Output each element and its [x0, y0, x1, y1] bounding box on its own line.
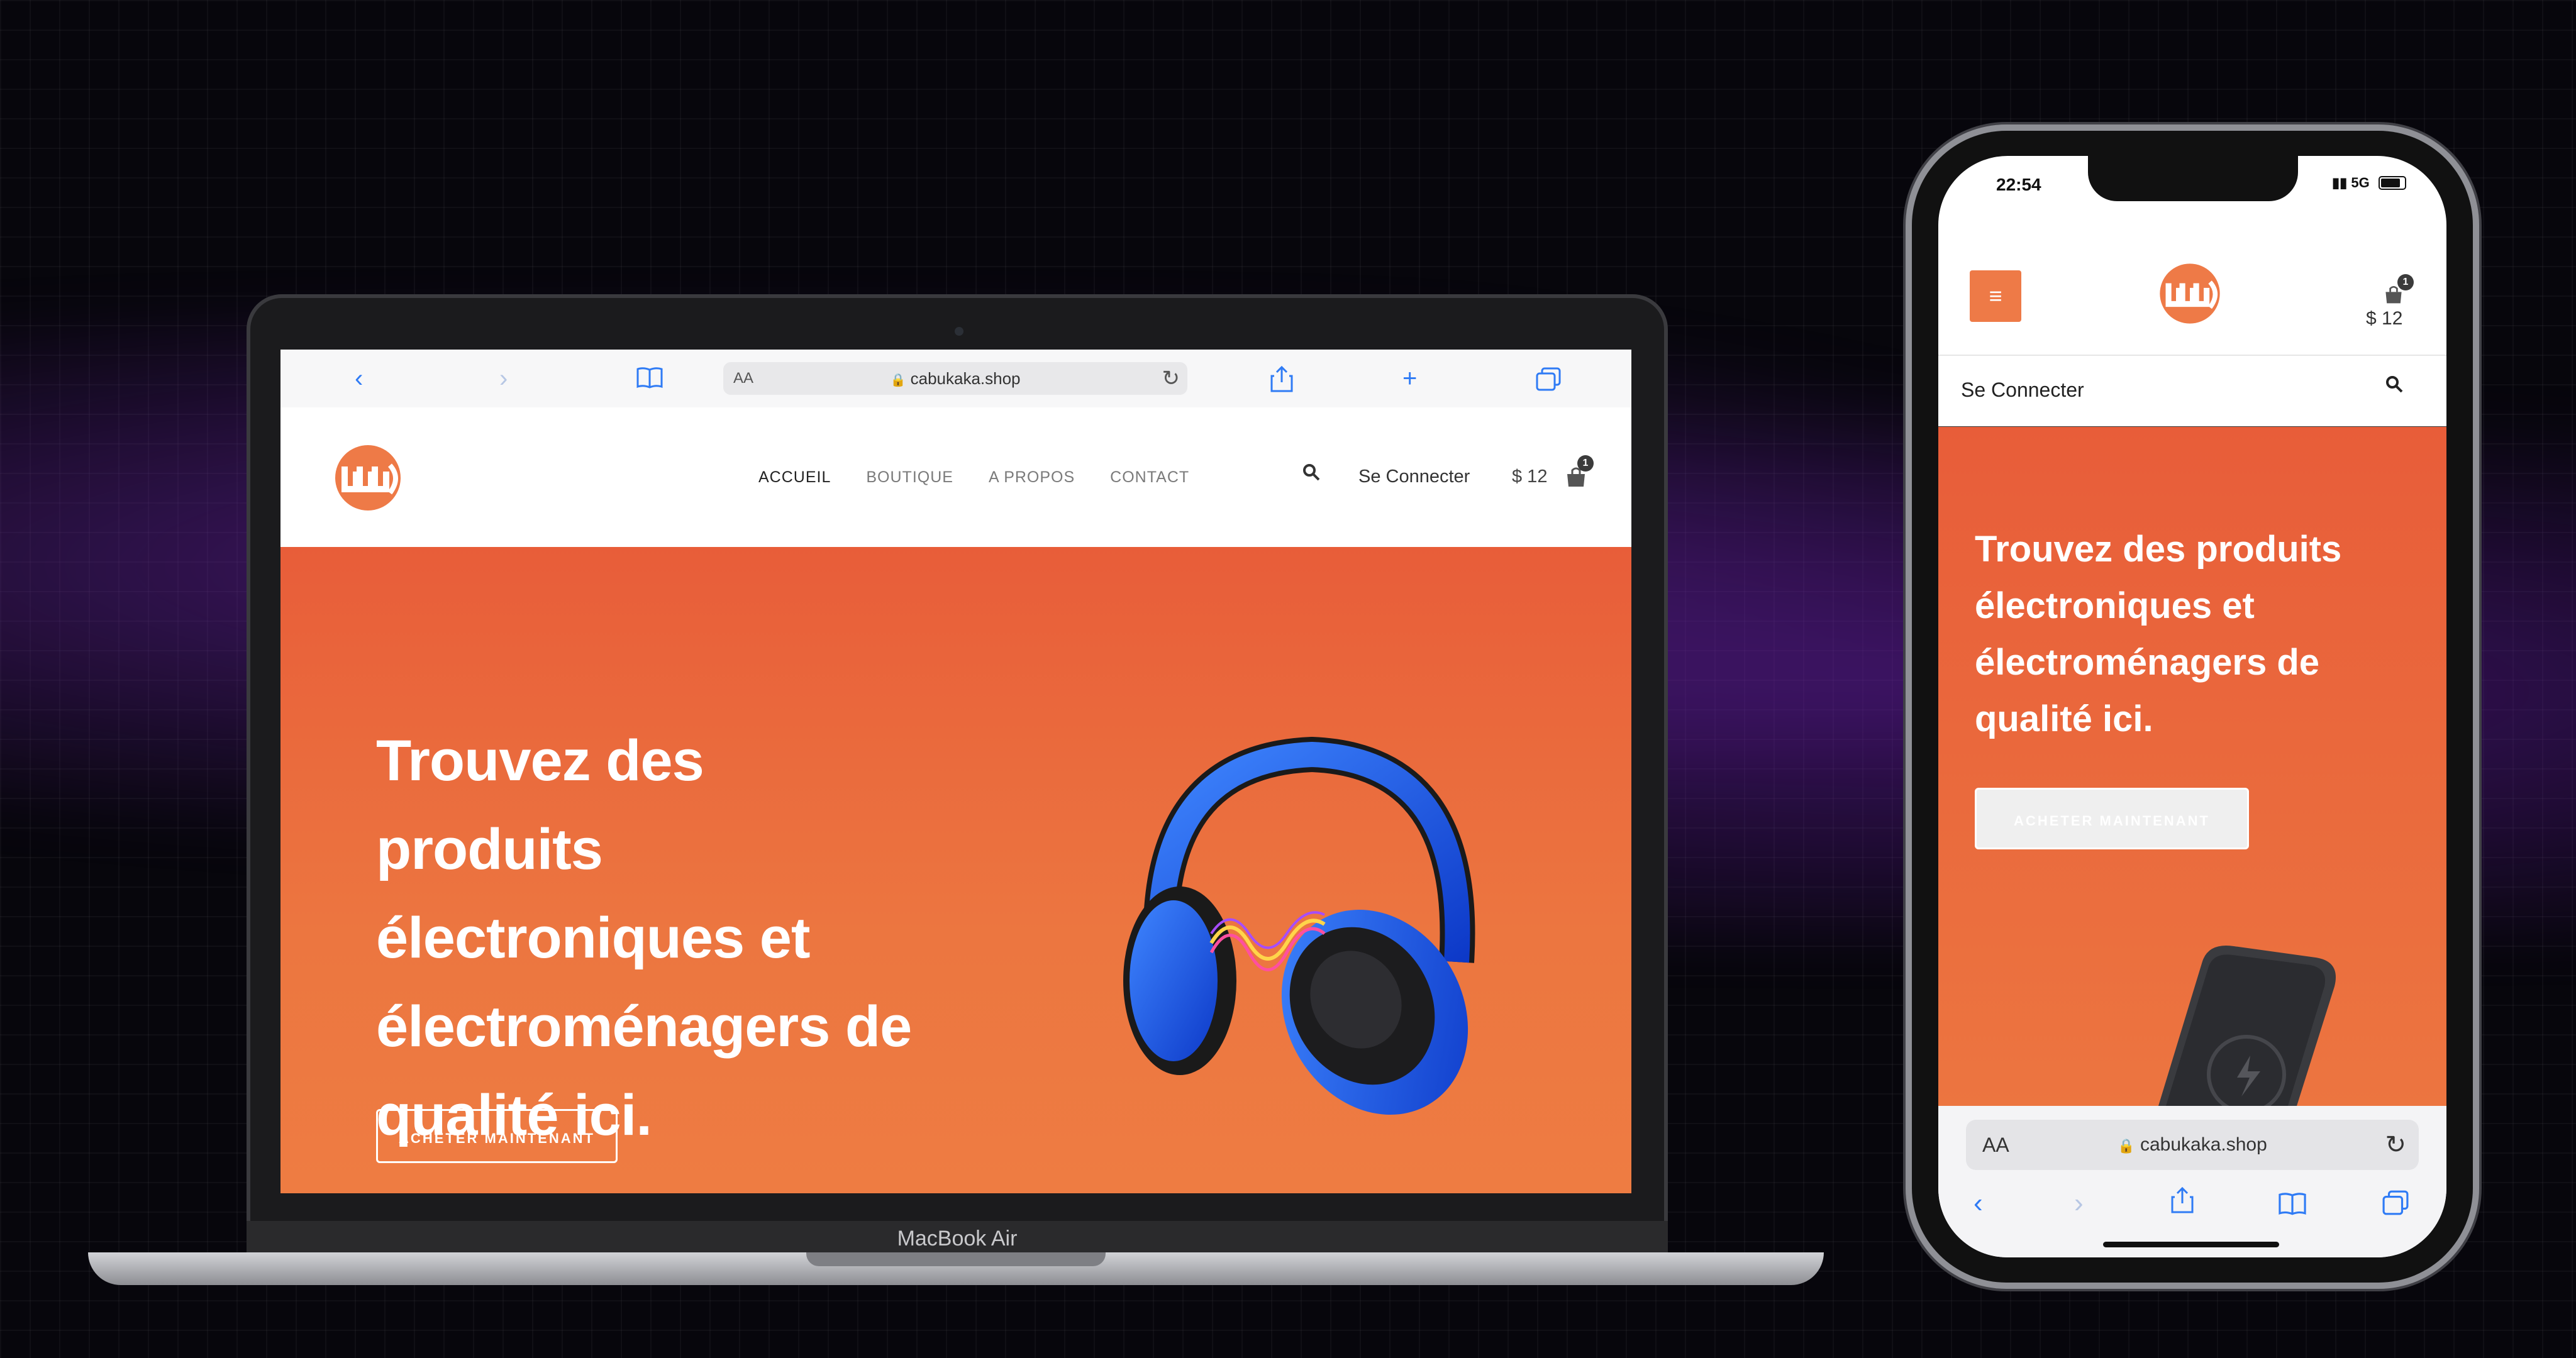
mobile-site-logo[interactable] [2152, 259, 2228, 331]
mobile-cart-icon[interactable]: 1 [2382, 274, 2414, 309]
lock-icon: 🔒 [890, 373, 906, 387]
mobile-lock-icon: 🔒 [2118, 1138, 2135, 1154]
forward-icon[interactable]: › [499, 363, 508, 394]
mobile-tabs-icon[interactable] [2382, 1190, 2409, 1222]
headphones-image [1123, 736, 1475, 1115]
mobile-reload-icon[interactable]: ↻ [2385, 1120, 2406, 1170]
url-text: 🔒 cabukaka.shop [723, 362, 1187, 397]
mobile-signin-bar: Se Connecter [1938, 355, 2446, 428]
main-nav: ACCUEIL BOUTIQUE A PROPOS CONTACT [758, 407, 1189, 547]
status-time: 22:54 [1996, 175, 2041, 194]
mobile-url-value: cabukaka.shop [2140, 1134, 2267, 1155]
mobile-back-icon[interactable]: ‹ [1974, 1188, 1983, 1219]
laptop-screen: ‹ › AA 🔒 cabukaka.shop ↻ + ACCUEIL BOUTI… [280, 350, 1631, 1193]
tabs-icon[interactable] [1536, 367, 1561, 398]
cart-count-badge: 1 [1577, 455, 1594, 472]
mobile-bookmarks-icon[interactable] [2278, 1191, 2307, 1223]
bookmarks-icon[interactable] [636, 366, 663, 396]
mobile-cart-total: $ 12 [2366, 308, 2403, 329]
signin-link[interactable]: Se Connecter [1358, 466, 1470, 487]
search-icon[interactable] [1302, 463, 1321, 487]
mobile-cart-badge: 1 [2397, 274, 2414, 290]
nav-boutique[interactable]: BOUTIQUE [866, 468, 953, 487]
reload-icon[interactable]: ↻ [1162, 362, 1180, 395]
laptop-hinge-notch [806, 1252, 1106, 1266]
site-header: ACCUEIL BOUTIQUE A PROPOS CONTACT Se Con… [280, 407, 1631, 547]
cart-total: $ 12 [1512, 466, 1548, 487]
mobile-share-icon[interactable] [2171, 1186, 2194, 1221]
mobile-forward-icon[interactable]: › [2074, 1188, 2084, 1219]
power-bank-image [2158, 946, 2336, 1106]
status-network: ▮▮ 5G [2332, 175, 2370, 190]
mobile-shop-now-button[interactable]: ACHETER MAINTENANT [1975, 788, 2249, 849]
url-value: cabukaka.shop [910, 369, 1021, 388]
back-icon[interactable]: ‹ [355, 363, 363, 394]
safari-toolbar: ‹ › AA 🔒 cabukaka.shop ↻ + [280, 350, 1631, 409]
hero-title: Trouvez des produits électroniques et él… [376, 729, 912, 1147]
address-bar[interactable]: AA 🔒 cabukaka.shop ↻ [723, 362, 1187, 395]
site-logo[interactable] [327, 440, 409, 519]
shop-now-button[interactable]: ACHETER MAINTENANT [376, 1109, 618, 1163]
mobile-url-text: 🔒 cabukaka.shop [1966, 1120, 2419, 1171]
mobile-site-header: ≡ 1 $ 12 [1938, 225, 2446, 355]
mobile-search-icon[interactable] [2385, 375, 2404, 399]
phone-screen: 22:54 ▮▮ 5G ≡ 1 $ 12 Se Connecter Trouve… [1938, 156, 2446, 1257]
mobile-safari-toolbar: AA 🔒 cabukaka.shop ↻ ‹ › [1938, 1106, 2446, 1257]
network-label: 5G [2351, 175, 2370, 190]
cart-icon[interactable]: 1 [1563, 455, 1594, 492]
battery-icon [2379, 176, 2406, 190]
home-indicator[interactable] [2103, 1242, 2279, 1247]
share-icon[interactable] [1270, 365, 1293, 399]
mobile-hero-section: Trouvez des produits électroniques et él… [1938, 427, 2446, 1106]
laptop-camera [955, 327, 963, 336]
mobile-hero-title: Trouvez des produits électroniques et él… [1975, 529, 2342, 739]
hero-section: Trouvez des produits électroniques et él… [280, 547, 1631, 1193]
mobile-address-bar[interactable]: AA 🔒 cabukaka.shop ↻ [1966, 1120, 2419, 1170]
nav-accueil[interactable]: ACCUEIL [758, 468, 831, 487]
new-tab-icon[interactable]: + [1402, 363, 1417, 394]
hamburger-menu-icon[interactable]: ≡ [1970, 270, 2021, 322]
mobile-signin-link[interactable]: Se Connecter [1961, 378, 2084, 402]
nav-contact[interactable]: CONTACT [1110, 468, 1189, 487]
nav-a-propos[interactable]: A PROPOS [989, 468, 1075, 487]
phone-notch [2088, 156, 2298, 201]
laptop-chin: MacBook Air [247, 1221, 1668, 1256]
